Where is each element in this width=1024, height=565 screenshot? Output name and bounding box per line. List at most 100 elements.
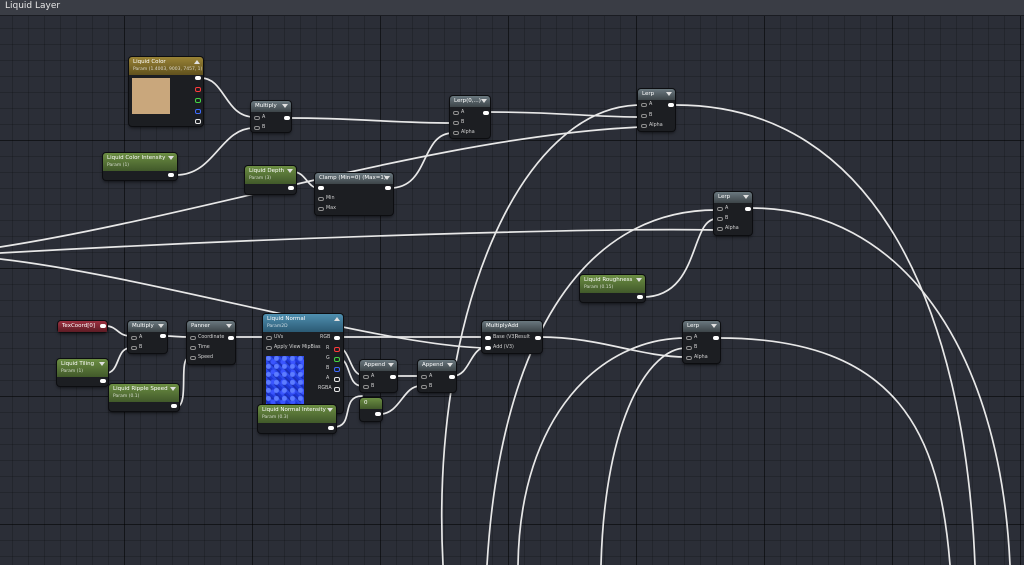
output-pin-b[interactable] <box>334 367 340 372</box>
output-pin-b[interactable] <box>195 109 201 114</box>
output-pin-rgb[interactable] <box>334 336 340 340</box>
output-pin-r[interactable] <box>195 87 201 92</box>
node-multiply-uv[interactable]: Multiply A B <box>128 321 167 353</box>
input-pin-a[interactable] <box>717 207 723 211</box>
output-pin[interactable] <box>745 207 751 211</box>
input-pin-base[interactable] <box>485 336 491 340</box>
output-pin[interactable] <box>328 426 334 430</box>
input-pin-time[interactable] <box>190 346 196 350</box>
collapse-arrow-icon[interactable] <box>170 387 176 391</box>
collapse-arrow-icon[interactable] <box>287 169 293 173</box>
input-pin-a[interactable] <box>421 375 427 379</box>
output-pin-rgb[interactable] <box>195 76 201 80</box>
output-pin[interactable] <box>375 412 381 416</box>
node-constant-zero[interactable]: 0 <box>360 398 382 421</box>
output-pin[interactable] <box>449 375 455 379</box>
collapse-arrow-icon[interactable] <box>388 363 394 367</box>
output-pin[interactable] <box>160 334 166 338</box>
collapse-arrow-icon[interactable] <box>327 408 333 412</box>
input-pin-a[interactable] <box>254 116 260 120</box>
node-liquid-normal-intensity[interactable]: Liquid Normal Intensity Param (0.3) <box>258 405 336 433</box>
node-clamp[interactable]: Clamp (Min=0) (Max=1) Min Max <box>315 173 393 215</box>
input-pin-coordinate[interactable] <box>190 336 196 340</box>
output-pin[interactable] <box>284 116 290 120</box>
output-pin[interactable] <box>713 336 719 340</box>
output-pin-a[interactable] <box>334 377 340 382</box>
collapse-arrow-icon[interactable] <box>636 278 642 282</box>
output-pin[interactable] <box>385 186 391 190</box>
collapse-arrow-icon[interactable] <box>481 99 487 103</box>
collapse-arrow-icon[interactable] <box>447 363 453 367</box>
input-pin-b[interactable] <box>421 385 427 389</box>
output-pin[interactable] <box>535 336 541 340</box>
collapse-arrow-icon[interactable] <box>711 324 717 328</box>
collapse-arrow-icon[interactable] <box>194 60 200 64</box>
node-append-1[interactable]: Append A B <box>360 360 397 392</box>
input-pin-speed[interactable] <box>190 356 196 360</box>
collapse-arrow-icon[interactable] <box>384 176 390 180</box>
output-pin[interactable] <box>668 103 674 107</box>
collapse-arrow-icon[interactable] <box>158 324 164 328</box>
output-pin[interactable] <box>483 111 489 115</box>
node-liquid-normal[interactable]: Liquid Normal Param2D UVs Apply View Mip… <box>263 314 343 413</box>
collapse-arrow-icon[interactable] <box>334 317 340 321</box>
output-pin[interactable] <box>100 324 106 328</box>
node-lerp-top-mid[interactable]: Lerp(0,...) A B Alpha <box>450 96 490 138</box>
input-pin-alpha[interactable] <box>453 131 459 135</box>
output-pin[interactable] <box>390 375 396 379</box>
output-pin[interactable] <box>168 173 174 177</box>
output-pin-g[interactable] <box>334 357 340 362</box>
node-liquid-ripple-speed[interactable]: Liquid Ripple Speed Param (0.1) <box>109 384 179 411</box>
node-lerp-bottom-right[interactable]: Lerp A B Alpha <box>683 321 720 363</box>
collapse-arrow-icon[interactable] <box>168 156 174 160</box>
output-pin-a[interactable] <box>195 119 201 124</box>
input-pin-a[interactable] <box>686 336 692 340</box>
input-pin[interactable] <box>318 186 324 190</box>
node-multiply[interactable]: Multiply A B <box>251 101 291 132</box>
output-pin-g[interactable] <box>195 98 201 103</box>
input-pin-alpha[interactable] <box>641 124 647 128</box>
material-graph-canvas[interactable]: Liquid Color Param (1.4003, 9003, 7457, … <box>0 16 1024 565</box>
node-liquid-color[interactable]: Liquid Color Param (1.4003, 9003, 7457, … <box>129 57 203 126</box>
collapse-arrow-icon[interactable] <box>743 195 749 199</box>
collapse-arrow-icon[interactable] <box>99 362 105 366</box>
input-pin-add[interactable] <box>485 346 491 350</box>
node-append-2[interactable]: Append A B <box>418 360 456 392</box>
node-lerp-top-right[interactable]: Lerp A B Alpha <box>638 89 675 131</box>
node-multiply-add[interactable]: MultiplyAdd Base (V3) Add (V3) Result <box>482 321 542 353</box>
input-pin-b[interactable] <box>453 121 459 125</box>
input-pin-b[interactable] <box>254 126 260 130</box>
node-texcoord[interactable]: TexCoord[0] <box>58 321 107 332</box>
input-pin-a[interactable] <box>363 375 369 379</box>
input-pin-min[interactable] <box>318 197 324 201</box>
node-lerp-mid-right[interactable]: Lerp A B Alpha <box>714 192 752 235</box>
input-pin-alpha[interactable] <box>686 356 692 360</box>
node-liquid-depth[interactable]: Liquid Depth Param (3) <box>245 166 296 194</box>
collapse-arrow-icon[interactable] <box>282 104 288 108</box>
input-pin-a[interactable] <box>641 103 647 107</box>
input-pin-a[interactable] <box>453 111 459 115</box>
input-pin-a[interactable] <box>131 336 137 340</box>
output-pin[interactable] <box>637 295 643 299</box>
output-pin[interactable] <box>100 379 106 383</box>
input-pin-mipbias[interactable] <box>266 346 272 350</box>
collapse-arrow-icon[interactable] <box>226 324 232 328</box>
node-liquid-color-intensity[interactable]: Liquid Color Intensity Param (1) <box>103 153 177 180</box>
input-pin-b[interactable] <box>717 217 723 221</box>
input-pin-alpha[interactable] <box>717 227 723 231</box>
input-pin-b[interactable] <box>641 114 647 118</box>
output-pin-rgba[interactable] <box>334 387 340 392</box>
input-pin-b[interactable] <box>131 346 137 350</box>
input-pin-max[interactable] <box>318 207 324 211</box>
input-pin-b[interactable] <box>363 385 369 389</box>
input-pin-uvs[interactable] <box>266 336 272 340</box>
output-pin[interactable] <box>228 336 234 340</box>
node-panner[interactable]: Panner Coordinate Time Speed <box>187 321 235 364</box>
output-pin-r[interactable] <box>334 347 340 352</box>
node-liquid-roughness[interactable]: Liquid Roughness Param (0.15) <box>580 275 645 302</box>
collapse-arrow-icon[interactable] <box>666 92 672 96</box>
output-pin[interactable] <box>171 404 177 408</box>
output-pin[interactable] <box>288 186 294 190</box>
node-liquid-tiling[interactable]: Liquid Tiling Param (1) <box>57 359 108 386</box>
input-pin-b[interactable] <box>686 346 692 350</box>
